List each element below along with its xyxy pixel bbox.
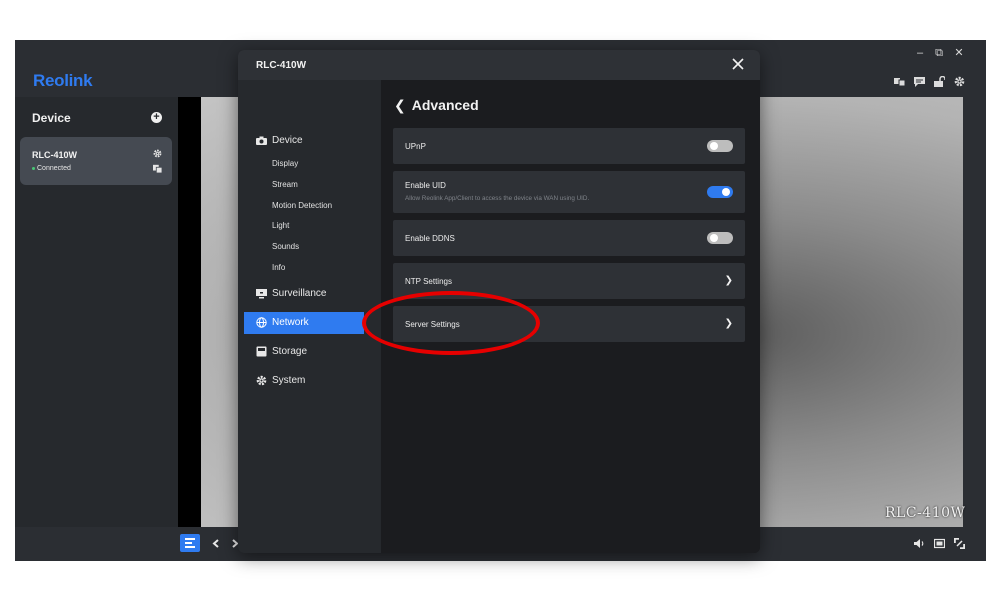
reolink-logo: Reolink [33, 71, 93, 90]
chevron-right-icon: ❯ [724, 318, 733, 329]
toggle-knob [710, 234, 718, 242]
ddns-row: Enable DDNS [393, 220, 745, 256]
toggle-knob [710, 142, 718, 150]
nav-storage-label: Storage [272, 346, 308, 357]
nav-sub-light[interactable]: Light [272, 221, 289, 230]
settings-nav: Device Display Stream Motion Detection L… [238, 80, 381, 553]
restore-button[interactable]: ⧉ [933, 47, 945, 59]
settings-gear-icon[interactable] [954, 76, 965, 87]
nav-sub-sounds[interactable]: Sounds [272, 242, 299, 251]
close-window-button[interactable]: ✕ [953, 47, 965, 59]
list-icon [185, 538, 195, 548]
device-sidebar: Device + RLC-410W Connected [15, 97, 178, 527]
device-status: Connected [32, 165, 71, 172]
minimize-button[interactable]: – [914, 47, 926, 59]
page-title: ❮ Advanced [394, 97, 479, 114]
nav-storage[interactable]: Storage [244, 341, 364, 363]
nav-sub-display[interactable]: Display [272, 159, 298, 168]
uid-label: Enable UID [405, 181, 446, 190]
layout-icon[interactable] [894, 76, 905, 87]
settings-dialog: RLC-410W Device Display Stream Motion De… [238, 50, 760, 553]
server-settings-label: Server Settings [405, 320, 460, 329]
camera-name-overlay: RLC-410W [885, 505, 966, 521]
nav-device-label: Device [272, 135, 303, 146]
uid-row: Enable UID Allow Reolink App/Client to a… [393, 171, 745, 213]
nav-system[interactable]: System [244, 370, 364, 392]
nav-network-label: Network [272, 317, 309, 328]
close-icon [732, 58, 744, 70]
monitor-icon [256, 288, 267, 299]
nav-sub-motion-detection[interactable]: Motion Detection [272, 201, 332, 210]
status-dot [32, 166, 35, 170]
nav-network[interactable]: Network [244, 312, 364, 334]
screen-icon[interactable] [934, 538, 945, 549]
message-icon[interactable] [914, 76, 925, 87]
dialog-header: RLC-410W [238, 50, 760, 80]
storage-icon [256, 346, 267, 357]
device-settings-gear-icon[interactable] [153, 149, 162, 158]
system-gear-icon [256, 375, 267, 386]
sidebar-title: Device [32, 111, 71, 125]
device-channel-icon[interactable] [153, 164, 162, 173]
uid-description: Allow Reolink App/Client to access the d… [405, 195, 590, 202]
globe-icon [256, 317, 267, 328]
ntp-settings-label: NTP Settings [405, 277, 452, 286]
nav-device[interactable]: Device [244, 130, 364, 152]
device-name: RLC-410W [32, 150, 78, 160]
dialog-title: RLC-410W [256, 60, 307, 71]
ntp-settings-row[interactable]: NTP Settings ❯ [393, 263, 745, 299]
page-title-label: Advanced [411, 97, 479, 113]
layout-toggle-button[interactable] [180, 534, 200, 552]
ddns-toggle[interactable] [707, 232, 733, 244]
nav-system-label: System [272, 375, 306, 386]
chevron-right-icon: ❯ [724, 275, 733, 286]
back-chevron-icon[interactable]: ❮ [394, 97, 406, 114]
nav-sub-info[interactable]: Info [272, 263, 285, 272]
previous-page-icon[interactable] [211, 538, 222, 549]
toggle-knob [722, 188, 730, 196]
nav-sub-stream[interactable]: Stream [272, 180, 298, 189]
nav-surveillance-label: Surveillance [272, 288, 327, 299]
add-device-button[interactable]: + [151, 112, 162, 123]
fullscreen-icon[interactable] [954, 538, 965, 549]
unlock-icon[interactable] [934, 76, 945, 87]
uid-toggle[interactable] [707, 186, 733, 198]
server-settings-row[interactable]: Server Settings ❯ [393, 306, 745, 342]
volume-icon[interactable] [914, 538, 925, 549]
close-dialog-button[interactable] [732, 58, 744, 70]
advanced-settings-panel: ❮ Advanced UPnP Enable UID Allow Reolink … [381, 80, 760, 553]
upnp-toggle[interactable] [707, 140, 733, 152]
upnp-label: UPnP [405, 142, 426, 151]
nav-surveillance[interactable]: Surveillance [244, 283, 364, 305]
upnp-row: UPnP [393, 128, 745, 164]
ddns-label: Enable DDNS [405, 234, 455, 243]
camera-icon [256, 135, 267, 146]
device-status-label: Connected [37, 165, 71, 172]
device-card[interactable]: RLC-410W Connected [20, 137, 172, 185]
